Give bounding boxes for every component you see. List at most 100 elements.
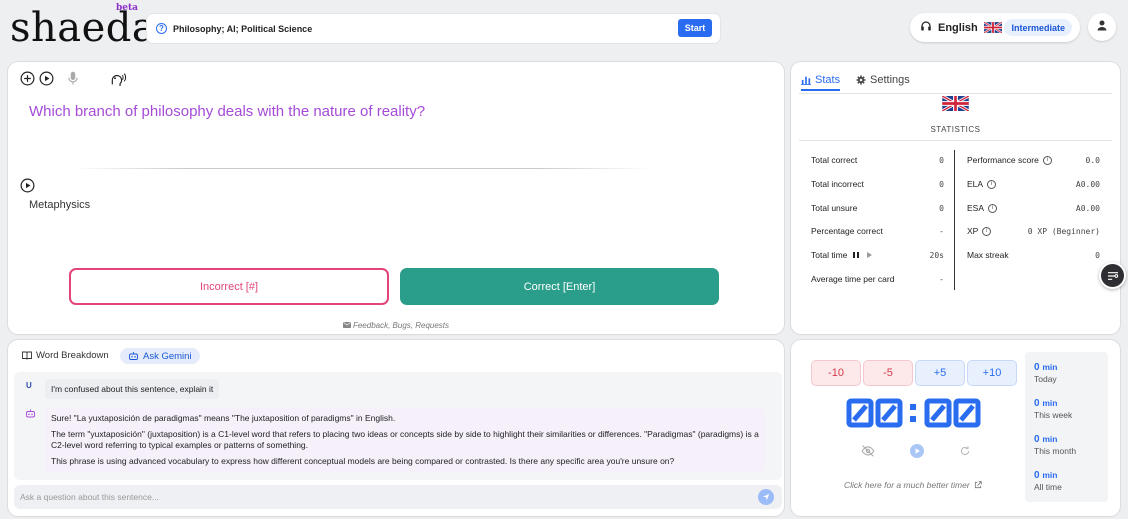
tab-ask-gemini-label: Ask Gemini (143, 350, 192, 362)
stat-average-time: Average time per card - (811, 274, 944, 284)
stat-label: Total incorrect (811, 179, 864, 189)
tab-settings[interactable]: Settings (856, 74, 910, 86)
filter-button[interactable] (1099, 262, 1126, 289)
total-unit: min (1042, 434, 1058, 444)
language-name: English (938, 21, 978, 34)
total-unit: min (1042, 362, 1058, 372)
stat-label: Total time (811, 250, 848, 260)
user-menu-button[interactable] (1088, 13, 1116, 41)
robot-icon (128, 351, 139, 361)
total-value: 0 (1034, 434, 1040, 445)
stat-value: A0.00 (1075, 203, 1100, 213)
chat-messages[interactable]: U I'm confused about this sentence, expl… (14, 372, 782, 480)
speaking-head-icon[interactable] (110, 71, 127, 87)
reset-icon[interactable] (959, 445, 971, 457)
stat-value: A0.00 (1075, 179, 1100, 189)
stat-value: 0 (939, 179, 944, 189)
info-icon[interactable]: i (982, 226, 992, 236)
feedback-link[interactable]: Feedback, Bugs, Requests (8, 321, 784, 330)
stat-label: Total correct (811, 155, 858, 165)
total-label: This week (1034, 410, 1073, 420)
total-value: 0 (1034, 470, 1040, 481)
send-button[interactable] (758, 489, 774, 505)
user-icon (1097, 20, 1107, 34)
stat-label: Percentage correct (811, 226, 883, 236)
bot-message: Sure! "La yuxtaposición de paradigmas" m… (45, 408, 765, 472)
stat-label: Average time per card (811, 274, 895, 284)
level-badge[interactable]: Intermediate (1004, 19, 1072, 36)
info-icon[interactable]: i (1042, 155, 1052, 165)
stat-value: - (939, 226, 944, 236)
stat-xp: XP i 0 XP (Beginner) (967, 226, 1100, 236)
chat-input[interactable]: Ask a question about this sentence... (14, 485, 782, 509)
topic-bar[interactable]: ? Philosophy; AI; Political Science Star… (147, 14, 720, 43)
external-link-icon (974, 481, 982, 491)
stat-value: - (939, 274, 944, 284)
tab-divider (799, 93, 1112, 94)
total-value: 0 (1034, 398, 1040, 409)
correct-button[interactable]: Correct [Enter] (400, 268, 719, 305)
timer-controls (861, 444, 971, 458)
minus-10-button[interactable]: -10 (812, 361, 860, 385)
better-timer-label: Click here for a much better timer (844, 480, 970, 490)
stat-value: 0 XP (Beginner) (1027, 226, 1100, 236)
stats-panel: Stats Settings STATISTICS Total correct … (791, 62, 1120, 334)
tab-ask-gemini[interactable]: Ask Gemini (120, 348, 200, 364)
stat-ela: ELA i A0.00 (967, 179, 1100, 189)
stat-performance-score: Performance score i 0.0 (967, 155, 1100, 165)
info-icon[interactable]: i (987, 179, 997, 189)
stats-divider (799, 140, 1112, 141)
book-icon (22, 351, 32, 360)
timer-panel: -10 -5 +5 +10 Click here for a much bett… (791, 340, 1120, 516)
minus-5-button[interactable]: -5 (864, 361, 912, 385)
add-icon[interactable] (20, 71, 35, 86)
better-timer-link[interactable]: Click here for a much better timer (844, 480, 982, 491)
stat-value: 0 (939, 155, 944, 165)
stat-label: Total unsure (811, 203, 858, 213)
bot-paragraph: Sure! "La yuxtaposición de paradigmas" m… (51, 413, 396, 423)
pause-icon[interactable] (853, 252, 860, 258)
help-icon[interactable]: ? (156, 23, 167, 34)
microphone-icon[interactable] (67, 71, 79, 86)
plus-5-button[interactable]: +5 (916, 361, 964, 385)
total-unit: min (1042, 470, 1058, 480)
stats-column-divider (954, 150, 955, 290)
tab-stats[interactable]: Stats (801, 74, 841, 91)
card-divider (72, 168, 652, 169)
plus-10-button[interactable]: +10 (968, 361, 1016, 385)
total-this-month: 0 min This month (1034, 434, 1076, 456)
total-today: 0 min Today (1034, 362, 1057, 384)
play-question-icon[interactable] (39, 71, 54, 86)
play-timer-button[interactable] (910, 444, 924, 458)
flashcard-panel: Which branch of philosophy deals with th… (8, 62, 784, 334)
play-answer-icon[interactable] (20, 178, 35, 193)
chat-input-placeholder: Ask a question about this sentence... (20, 492, 159, 502)
bot-paragraph: This phrase is using advanced vocabulary… (51, 455, 675, 466)
stat-label: ESA (967, 203, 985, 213)
stat-label: XP (967, 226, 979, 236)
stat-total-correct: Total correct 0 (811, 155, 944, 165)
feedback-label: Feedback, Bugs, Requests (352, 321, 450, 330)
topic-input[interactable]: Philosophy; AI; Political Science (173, 24, 312, 34)
timer-display (846, 398, 982, 428)
start-button[interactable]: Start (678, 19, 712, 37)
statistics-title: STATISTICS (930, 125, 981, 134)
stat-total-incorrect: Total incorrect 0 (811, 179, 944, 189)
bot-avatar-icon (25, 408, 36, 422)
play-icon[interactable] (867, 252, 873, 258)
bar-chart-icon (801, 75, 811, 85)
language-selector[interactable]: English Intermediate (910, 13, 1080, 42)
stat-value: 20s (929, 250, 944, 260)
stat-total-unsure: Total unsure 0 (811, 203, 944, 213)
info-icon[interactable]: i (988, 203, 998, 213)
tab-word-breakdown[interactable]: Word Breakdown (22, 350, 109, 361)
total-label: Today (1034, 374, 1057, 384)
incorrect-button[interactable]: Incorrect [#] (69, 268, 389, 305)
bot-paragraph: The term "yuxtaposición" (juxtaposition)… (51, 428, 759, 451)
stat-total-time: Total time 20s (811, 250, 944, 260)
answer-text: Metaphysics (29, 199, 91, 211)
eye-off-icon[interactable] (861, 445, 875, 457)
beta-badge: beta (116, 3, 139, 13)
uk-flag-icon (983, 22, 1002, 33)
stat-value: 0 (1095, 250, 1100, 260)
